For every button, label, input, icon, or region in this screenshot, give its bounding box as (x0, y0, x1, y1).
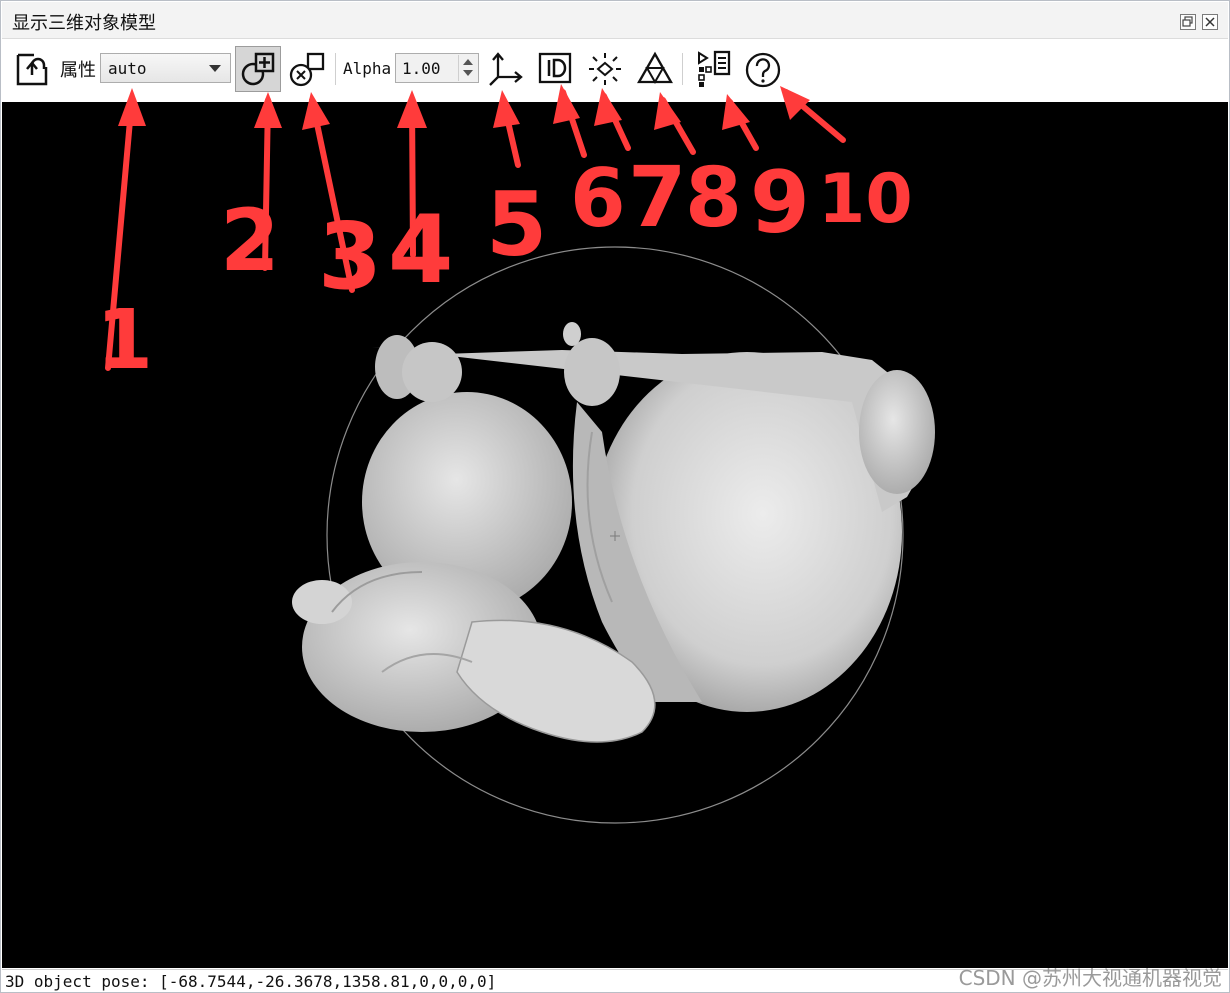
export-list-icon[interactable] (695, 49, 735, 89)
alpha-spinbox[interactable]: 1.00 (395, 53, 479, 83)
stepper-up-icon[interactable] (463, 59, 473, 65)
visualization-window: 显示三维对象模型 属性 auto Alpha 1.00 3D object po… (0, 0, 1230, 993)
stepper-down-icon[interactable] (463, 70, 473, 76)
property-select[interactable]: auto (100, 53, 231, 83)
alpha-label: Alpha (343, 59, 392, 78)
object-id-icon[interactable] (537, 51, 575, 87)
pose-readout: 3D object pose: [-68.7544,-26.3678,1358.… (5, 972, 497, 991)
status-bar: 3D object pose: [-68.7544,-26.3678,1358.… (2, 966, 1228, 992)
close-icon[interactable] (1202, 14, 1218, 30)
restore-icon[interactable] (1180, 14, 1196, 30)
property-value: auto (108, 59, 147, 78)
remove-object-icon[interactable] (288, 51, 328, 91)
3d-scene (292, 246, 935, 824)
lighting-icon[interactable] (586, 51, 624, 89)
window-title: 显示三维对象模型 (12, 13, 156, 34)
reset-view-icon[interactable] (14, 51, 50, 87)
alpha-stepper[interactable] (458, 55, 477, 81)
bunny-model[interactable] (292, 322, 935, 743)
toolbar-separator (335, 53, 336, 85)
3d-viewport[interactable] (2, 102, 1228, 968)
toolbar: 属性 auto Alpha 1.00 (2, 39, 1228, 101)
toolbar-separator (682, 53, 683, 85)
alpha-value: 1.00 (402, 59, 441, 78)
help-icon[interactable] (743, 51, 783, 91)
property-label: 属性 (60, 60, 96, 81)
coordinate-axes-icon[interactable] (486, 51, 524, 89)
triangle-mesh-icon[interactable] (636, 51, 674, 87)
title-bar: 显示三维对象模型 (2, 2, 1228, 39)
chevron-down-icon (209, 65, 221, 72)
watermark: CSDN @苏州大视通机器视觉 (958, 966, 1222, 990)
add-object-icon (241, 52, 275, 86)
add-object-button[interactable] (235, 46, 281, 92)
